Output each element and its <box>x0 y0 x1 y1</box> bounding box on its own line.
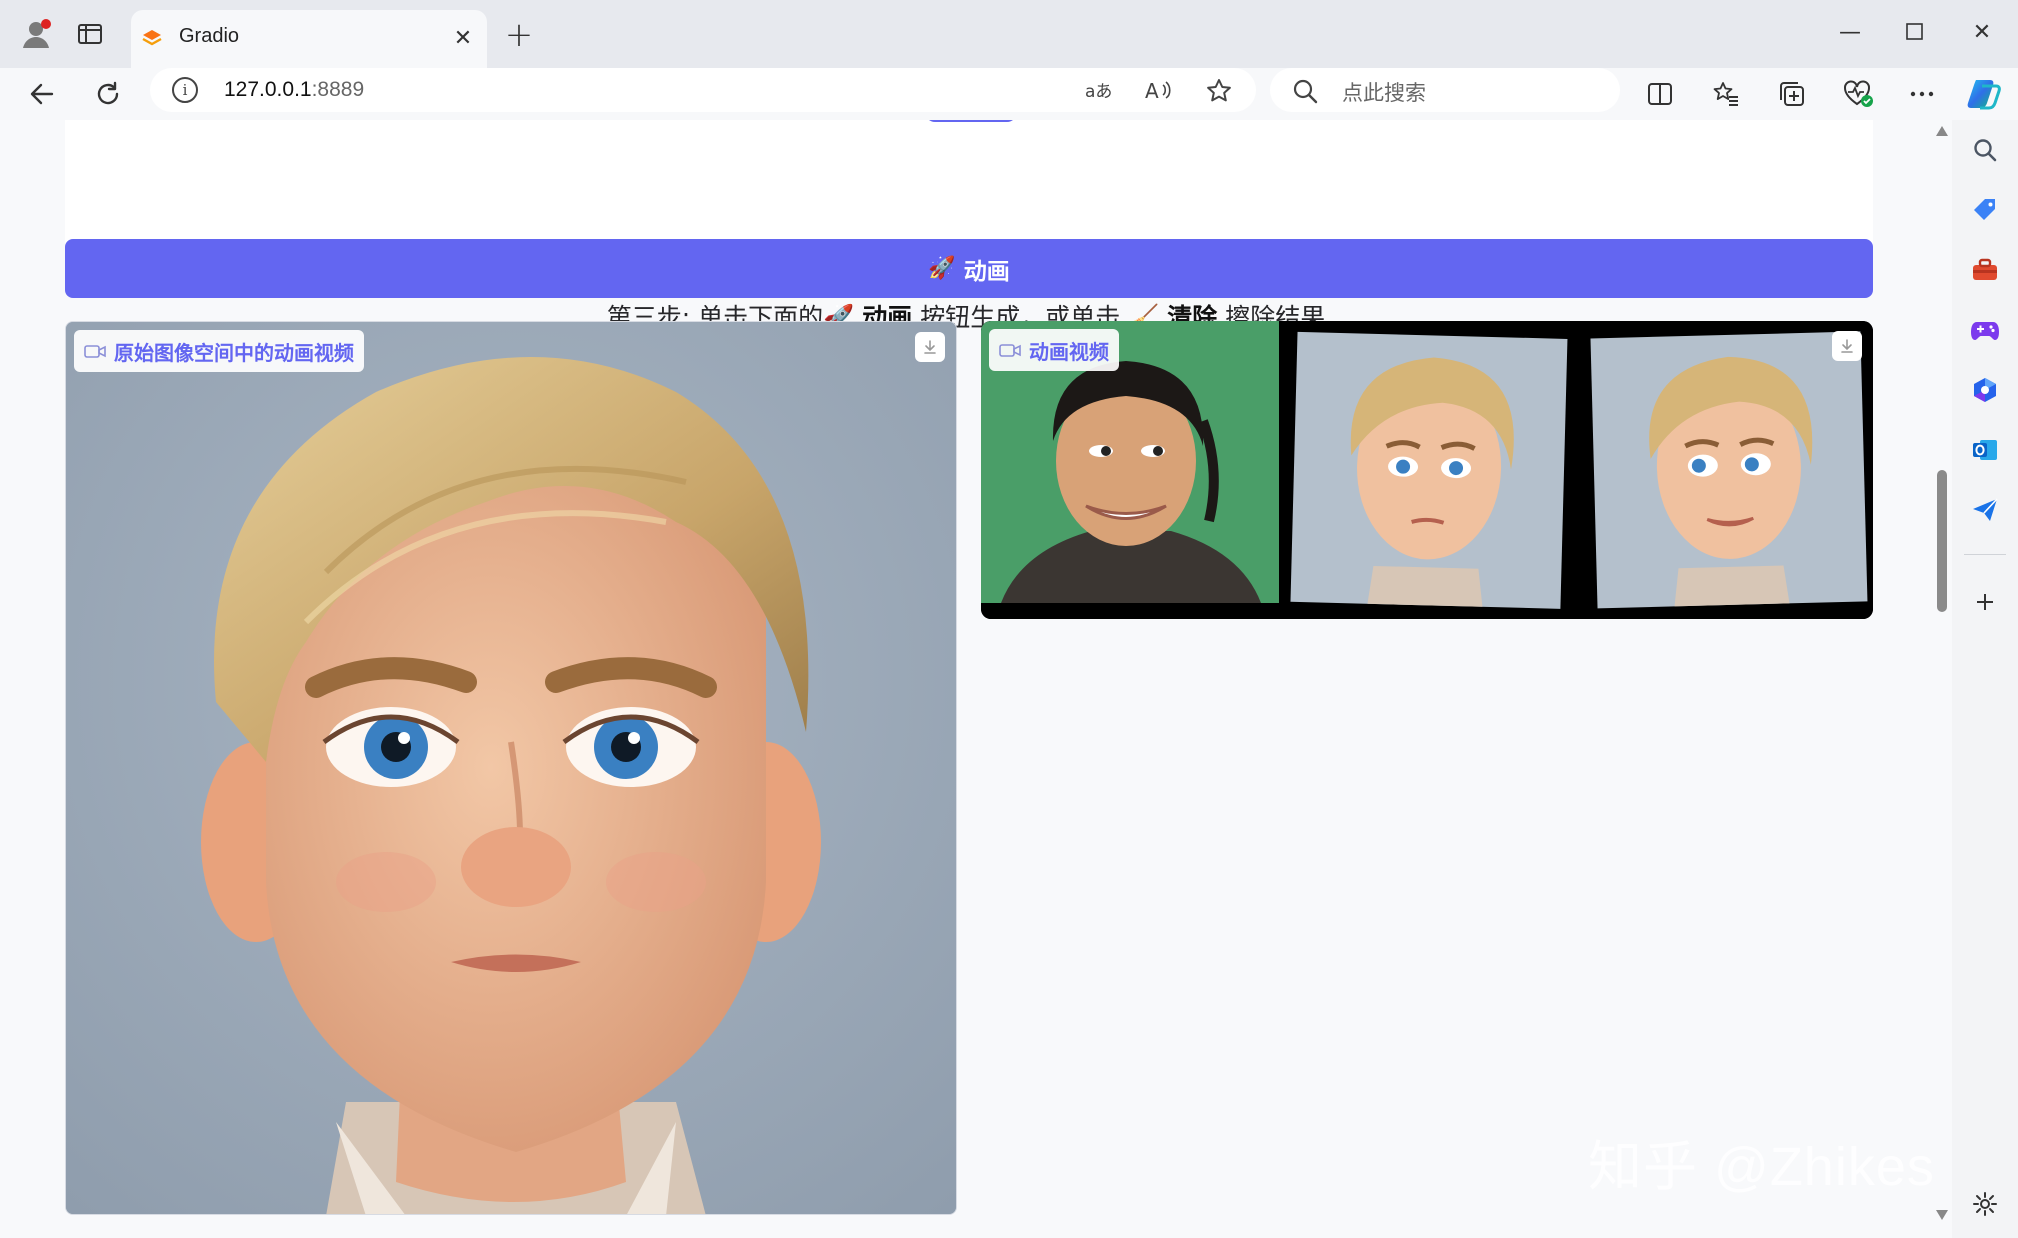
scroll-thumb[interactable] <box>1937 470 1947 612</box>
url-text[interactable]: 127.0.0.1:8889 <box>224 78 364 102</box>
new-tab-icon[interactable]: + <box>498 15 540 55</box>
translate-icon[interactable]: aあ <box>1082 74 1116 108</box>
back-icon[interactable] <box>20 72 64 116</box>
add-icon[interactable] <box>1969 586 2001 618</box>
favorite-star-icon[interactable] <box>1202 74 1236 108</box>
tools-icon[interactable] <box>1969 254 2001 286</box>
page-viewport: 第三步: 单击下面的🚀 动画 按钮生成，或单击 🧹 清除 擦除结果 🚀 动画 原… <box>0 120 1952 1238</box>
animate-button[interactable]: 🚀 动画 <box>65 239 1873 298</box>
search-icon <box>1293 79 1318 104</box>
close-icon[interactable]: ✕ <box>447 22 479 54</box>
original-space-video[interactable]: 原始图像空间中的动画视频 <box>65 321 957 1215</box>
tab-title: Gradio <box>179 25 240 47</box>
animation-video[interactable]: 动画视频 <box>981 321 1873 619</box>
tab-bar: Gradio ✕ + — ✕ <box>0 0 2018 68</box>
more-icon[interactable] <box>1900 72 1944 116</box>
video-label-text: 原始图像空间中的动画视频 <box>114 340 354 365</box>
video-label-text: 动画视频 <box>1029 339 1109 364</box>
profile-icon[interactable] <box>16 14 56 54</box>
minimize-icon[interactable]: — <box>1820 12 1880 52</box>
site-info-icon[interactable]: i <box>172 77 198 103</box>
send-icon[interactable] <box>1969 494 2001 526</box>
address-bar[interactable]: i 127.0.0.1:8889 aあ A <box>150 68 1256 112</box>
copilot-icon[interactable] <box>1962 72 2006 116</box>
video-label: 动画视频 <box>989 329 1119 371</box>
settings-gear-icon[interactable] <box>1969 1188 2001 1220</box>
outlook-icon[interactable] <box>1969 434 2001 466</box>
page-scrollbar[interactable] <box>1932 120 1952 1238</box>
cartoon-boy-portrait <box>66 322 956 1214</box>
rocket-icon: 🚀 <box>928 256 956 281</box>
url-host: 127.0.0.1 <box>224 78 312 101</box>
svg-text:aあ: aあ <box>1085 82 1112 102</box>
refresh-icon[interactable] <box>86 72 130 116</box>
search-icon[interactable] <box>1969 134 2001 166</box>
browser-essentials-icon[interactable] <box>1836 72 1880 116</box>
tab-actions-icon[interactable] <box>70 14 110 54</box>
maximize-icon[interactable] <box>1885 12 1945 52</box>
scroll-up-arrow-icon[interactable] <box>1936 126 1948 136</box>
microsoft365-icon[interactable] <box>1969 374 2001 406</box>
url-port: :8889 <box>311 78 365 101</box>
previous-section-button[interactable] <box>925 120 1017 122</box>
video-label: 原始图像空间中的动画视频 <box>74 330 364 372</box>
svg-text:A: A <box>1145 79 1159 103</box>
video-camera-icon <box>999 344 1021 357</box>
video-camera-icon <box>84 345 106 358</box>
search-box[interactable]: 点此搜索 <box>1270 68 1620 112</box>
edge-sidebar <box>1952 120 2018 1238</box>
navigation-bar: i 127.0.0.1:8889 aあ A 点此搜索 <box>0 68 2018 120</box>
split-screen-icon[interactable] <box>1638 72 1682 116</box>
window-close-icon[interactable]: ✕ <box>1952 12 2012 52</box>
read-aloud-icon[interactable]: A <box>1142 74 1176 108</box>
collections-icon[interactable] <box>1770 72 1814 116</box>
scroll-down-arrow-icon[interactable] <box>1936 1210 1948 1220</box>
tab-gradio[interactable]: Gradio ✕ <box>131 10 487 68</box>
download-icon[interactable] <box>1832 331 1862 361</box>
sidebar-divider <box>1964 554 2006 555</box>
search-placeholder: 点此搜索 <box>1342 81 1426 105</box>
gradio-favicon-icon <box>142 30 162 46</box>
favorites-icon[interactable] <box>1704 72 1748 116</box>
shopping-tag-icon[interactable] <box>1969 194 2001 226</box>
watermark: 知乎 @Zhikes <box>1588 1137 1935 1197</box>
download-icon[interactable] <box>915 332 945 362</box>
animate-button-label: 动画 <box>963 258 1010 285</box>
games-icon[interactable] <box>1969 314 2001 346</box>
